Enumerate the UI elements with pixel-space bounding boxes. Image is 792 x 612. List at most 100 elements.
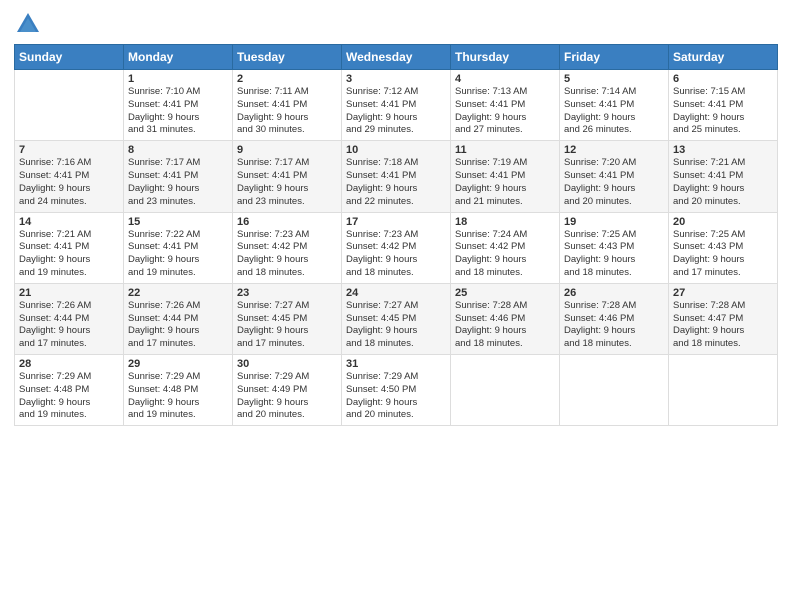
day-info: Sunrise: 7:25 AMSunset: 4:43 PMDaylight:… (673, 229, 773, 280)
logo (14, 10, 46, 38)
calendar-cell: 10Sunrise: 7:18 AMSunset: 4:41 PMDayligh… (342, 141, 451, 212)
calendar-cell: 17Sunrise: 7:23 AMSunset: 4:42 PMDayligh… (342, 212, 451, 283)
calendar-cell (669, 355, 778, 426)
day-info: Sunrise: 7:23 AMSunset: 4:42 PMDaylight:… (346, 229, 446, 280)
day-info: Sunrise: 7:21 AMSunset: 4:41 PMDaylight:… (19, 229, 119, 280)
day-info: Sunrise: 7:11 AMSunset: 4:41 PMDaylight:… (237, 86, 337, 137)
calendar-cell: 16Sunrise: 7:23 AMSunset: 4:42 PMDayligh… (233, 212, 342, 283)
day-number: 18 (455, 216, 555, 228)
calendar-cell: 22Sunrise: 7:26 AMSunset: 4:44 PMDayligh… (124, 283, 233, 354)
day-info: Sunrise: 7:26 AMSunset: 4:44 PMDaylight:… (128, 300, 228, 351)
day-info: Sunrise: 7:20 AMSunset: 4:41 PMDaylight:… (564, 157, 664, 208)
calendar-header-sunday: Sunday (15, 45, 124, 70)
calendar-cell: 26Sunrise: 7:28 AMSunset: 4:46 PMDayligh… (560, 283, 669, 354)
day-number: 28 (19, 358, 119, 370)
day-info: Sunrise: 7:12 AMSunset: 4:41 PMDaylight:… (346, 86, 446, 137)
calendar-cell: 24Sunrise: 7:27 AMSunset: 4:45 PMDayligh… (342, 283, 451, 354)
day-number: 17 (346, 216, 446, 228)
header (14, 10, 778, 38)
calendar-cell: 3Sunrise: 7:12 AMSunset: 4:41 PMDaylight… (342, 70, 451, 141)
day-number: 14 (19, 216, 119, 228)
day-number: 12 (564, 144, 664, 156)
day-number: 13 (673, 144, 773, 156)
page: SundayMondayTuesdayWednesdayThursdayFrid… (0, 0, 792, 612)
day-number: 29 (128, 358, 228, 370)
day-number: 1 (128, 73, 228, 85)
calendar-cell: 6Sunrise: 7:15 AMSunset: 4:41 PMDaylight… (669, 70, 778, 141)
day-info: Sunrise: 7:29 AMSunset: 4:48 PMDaylight:… (19, 371, 119, 422)
calendar-week-row: 21Sunrise: 7:26 AMSunset: 4:44 PMDayligh… (15, 283, 778, 354)
calendar-cell: 11Sunrise: 7:19 AMSunset: 4:41 PMDayligh… (451, 141, 560, 212)
day-info: Sunrise: 7:18 AMSunset: 4:41 PMDaylight:… (346, 157, 446, 208)
day-number: 16 (237, 216, 337, 228)
day-number: 31 (346, 358, 446, 370)
calendar-cell: 12Sunrise: 7:20 AMSunset: 4:41 PMDayligh… (560, 141, 669, 212)
day-info: Sunrise: 7:21 AMSunset: 4:41 PMDaylight:… (673, 157, 773, 208)
calendar-cell: 7Sunrise: 7:16 AMSunset: 4:41 PMDaylight… (15, 141, 124, 212)
calendar-cell: 19Sunrise: 7:25 AMSunset: 4:43 PMDayligh… (560, 212, 669, 283)
day-number: 30 (237, 358, 337, 370)
day-info: Sunrise: 7:28 AMSunset: 4:46 PMDaylight:… (564, 300, 664, 351)
day-number: 5 (564, 73, 664, 85)
calendar-cell: 13Sunrise: 7:21 AMSunset: 4:41 PMDayligh… (669, 141, 778, 212)
day-info: Sunrise: 7:29 AMSunset: 4:50 PMDaylight:… (346, 371, 446, 422)
calendar-cell (15, 70, 124, 141)
day-info: Sunrise: 7:15 AMSunset: 4:41 PMDaylight:… (673, 86, 773, 137)
day-number: 9 (237, 144, 337, 156)
calendar-cell: 14Sunrise: 7:21 AMSunset: 4:41 PMDayligh… (15, 212, 124, 283)
calendar-cell: 21Sunrise: 7:26 AMSunset: 4:44 PMDayligh… (15, 283, 124, 354)
calendar-header-monday: Monday (124, 45, 233, 70)
calendar-cell: 29Sunrise: 7:29 AMSunset: 4:48 PMDayligh… (124, 355, 233, 426)
day-number: 19 (564, 216, 664, 228)
calendar-table: SundayMondayTuesdayWednesdayThursdayFrid… (14, 44, 778, 426)
calendar-cell: 30Sunrise: 7:29 AMSunset: 4:49 PMDayligh… (233, 355, 342, 426)
calendar-cell: 27Sunrise: 7:28 AMSunset: 4:47 PMDayligh… (669, 283, 778, 354)
day-number: 11 (455, 144, 555, 156)
calendar-header-row: SundayMondayTuesdayWednesdayThursdayFrid… (15, 45, 778, 70)
day-number: 10 (346, 144, 446, 156)
day-number: 23 (237, 287, 337, 299)
day-info: Sunrise: 7:28 AMSunset: 4:46 PMDaylight:… (455, 300, 555, 351)
calendar-cell (451, 355, 560, 426)
calendar-cell: 4Sunrise: 7:13 AMSunset: 4:41 PMDaylight… (451, 70, 560, 141)
day-number: 26 (564, 287, 664, 299)
calendar-header-friday: Friday (560, 45, 669, 70)
day-info: Sunrise: 7:27 AMSunset: 4:45 PMDaylight:… (346, 300, 446, 351)
day-info: Sunrise: 7:14 AMSunset: 4:41 PMDaylight:… (564, 86, 664, 137)
calendar-week-row: 28Sunrise: 7:29 AMSunset: 4:48 PMDayligh… (15, 355, 778, 426)
day-number: 3 (346, 73, 446, 85)
calendar-header-thursday: Thursday (451, 45, 560, 70)
calendar-cell: 18Sunrise: 7:24 AMSunset: 4:42 PMDayligh… (451, 212, 560, 283)
calendar-cell: 20Sunrise: 7:25 AMSunset: 4:43 PMDayligh… (669, 212, 778, 283)
day-info: Sunrise: 7:13 AMSunset: 4:41 PMDaylight:… (455, 86, 555, 137)
day-number: 24 (346, 287, 446, 299)
day-info: Sunrise: 7:16 AMSunset: 4:41 PMDaylight:… (19, 157, 119, 208)
day-info: Sunrise: 7:29 AMSunset: 4:48 PMDaylight:… (128, 371, 228, 422)
day-number: 25 (455, 287, 555, 299)
day-number: 27 (673, 287, 773, 299)
calendar-week-row: 14Sunrise: 7:21 AMSunset: 4:41 PMDayligh… (15, 212, 778, 283)
day-number: 6 (673, 73, 773, 85)
day-number: 7 (19, 144, 119, 156)
logo-icon (14, 10, 42, 38)
calendar-cell: 2Sunrise: 7:11 AMSunset: 4:41 PMDaylight… (233, 70, 342, 141)
day-info: Sunrise: 7:28 AMSunset: 4:47 PMDaylight:… (673, 300, 773, 351)
calendar-cell: 23Sunrise: 7:27 AMSunset: 4:45 PMDayligh… (233, 283, 342, 354)
calendar-cell: 15Sunrise: 7:22 AMSunset: 4:41 PMDayligh… (124, 212, 233, 283)
day-number: 21 (19, 287, 119, 299)
day-number: 8 (128, 144, 228, 156)
day-info: Sunrise: 7:26 AMSunset: 4:44 PMDaylight:… (19, 300, 119, 351)
day-info: Sunrise: 7:27 AMSunset: 4:45 PMDaylight:… (237, 300, 337, 351)
calendar-cell: 28Sunrise: 7:29 AMSunset: 4:48 PMDayligh… (15, 355, 124, 426)
calendar-week-row: 1Sunrise: 7:10 AMSunset: 4:41 PMDaylight… (15, 70, 778, 141)
calendar-cell: 1Sunrise: 7:10 AMSunset: 4:41 PMDaylight… (124, 70, 233, 141)
calendar-week-row: 7Sunrise: 7:16 AMSunset: 4:41 PMDaylight… (15, 141, 778, 212)
day-number: 20 (673, 216, 773, 228)
day-number: 22 (128, 287, 228, 299)
calendar-header-wednesday: Wednesday (342, 45, 451, 70)
day-info: Sunrise: 7:25 AMSunset: 4:43 PMDaylight:… (564, 229, 664, 280)
calendar-header-saturday: Saturday (669, 45, 778, 70)
day-info: Sunrise: 7:10 AMSunset: 4:41 PMDaylight:… (128, 86, 228, 137)
calendar-cell: 8Sunrise: 7:17 AMSunset: 4:41 PMDaylight… (124, 141, 233, 212)
calendar-cell: 31Sunrise: 7:29 AMSunset: 4:50 PMDayligh… (342, 355, 451, 426)
